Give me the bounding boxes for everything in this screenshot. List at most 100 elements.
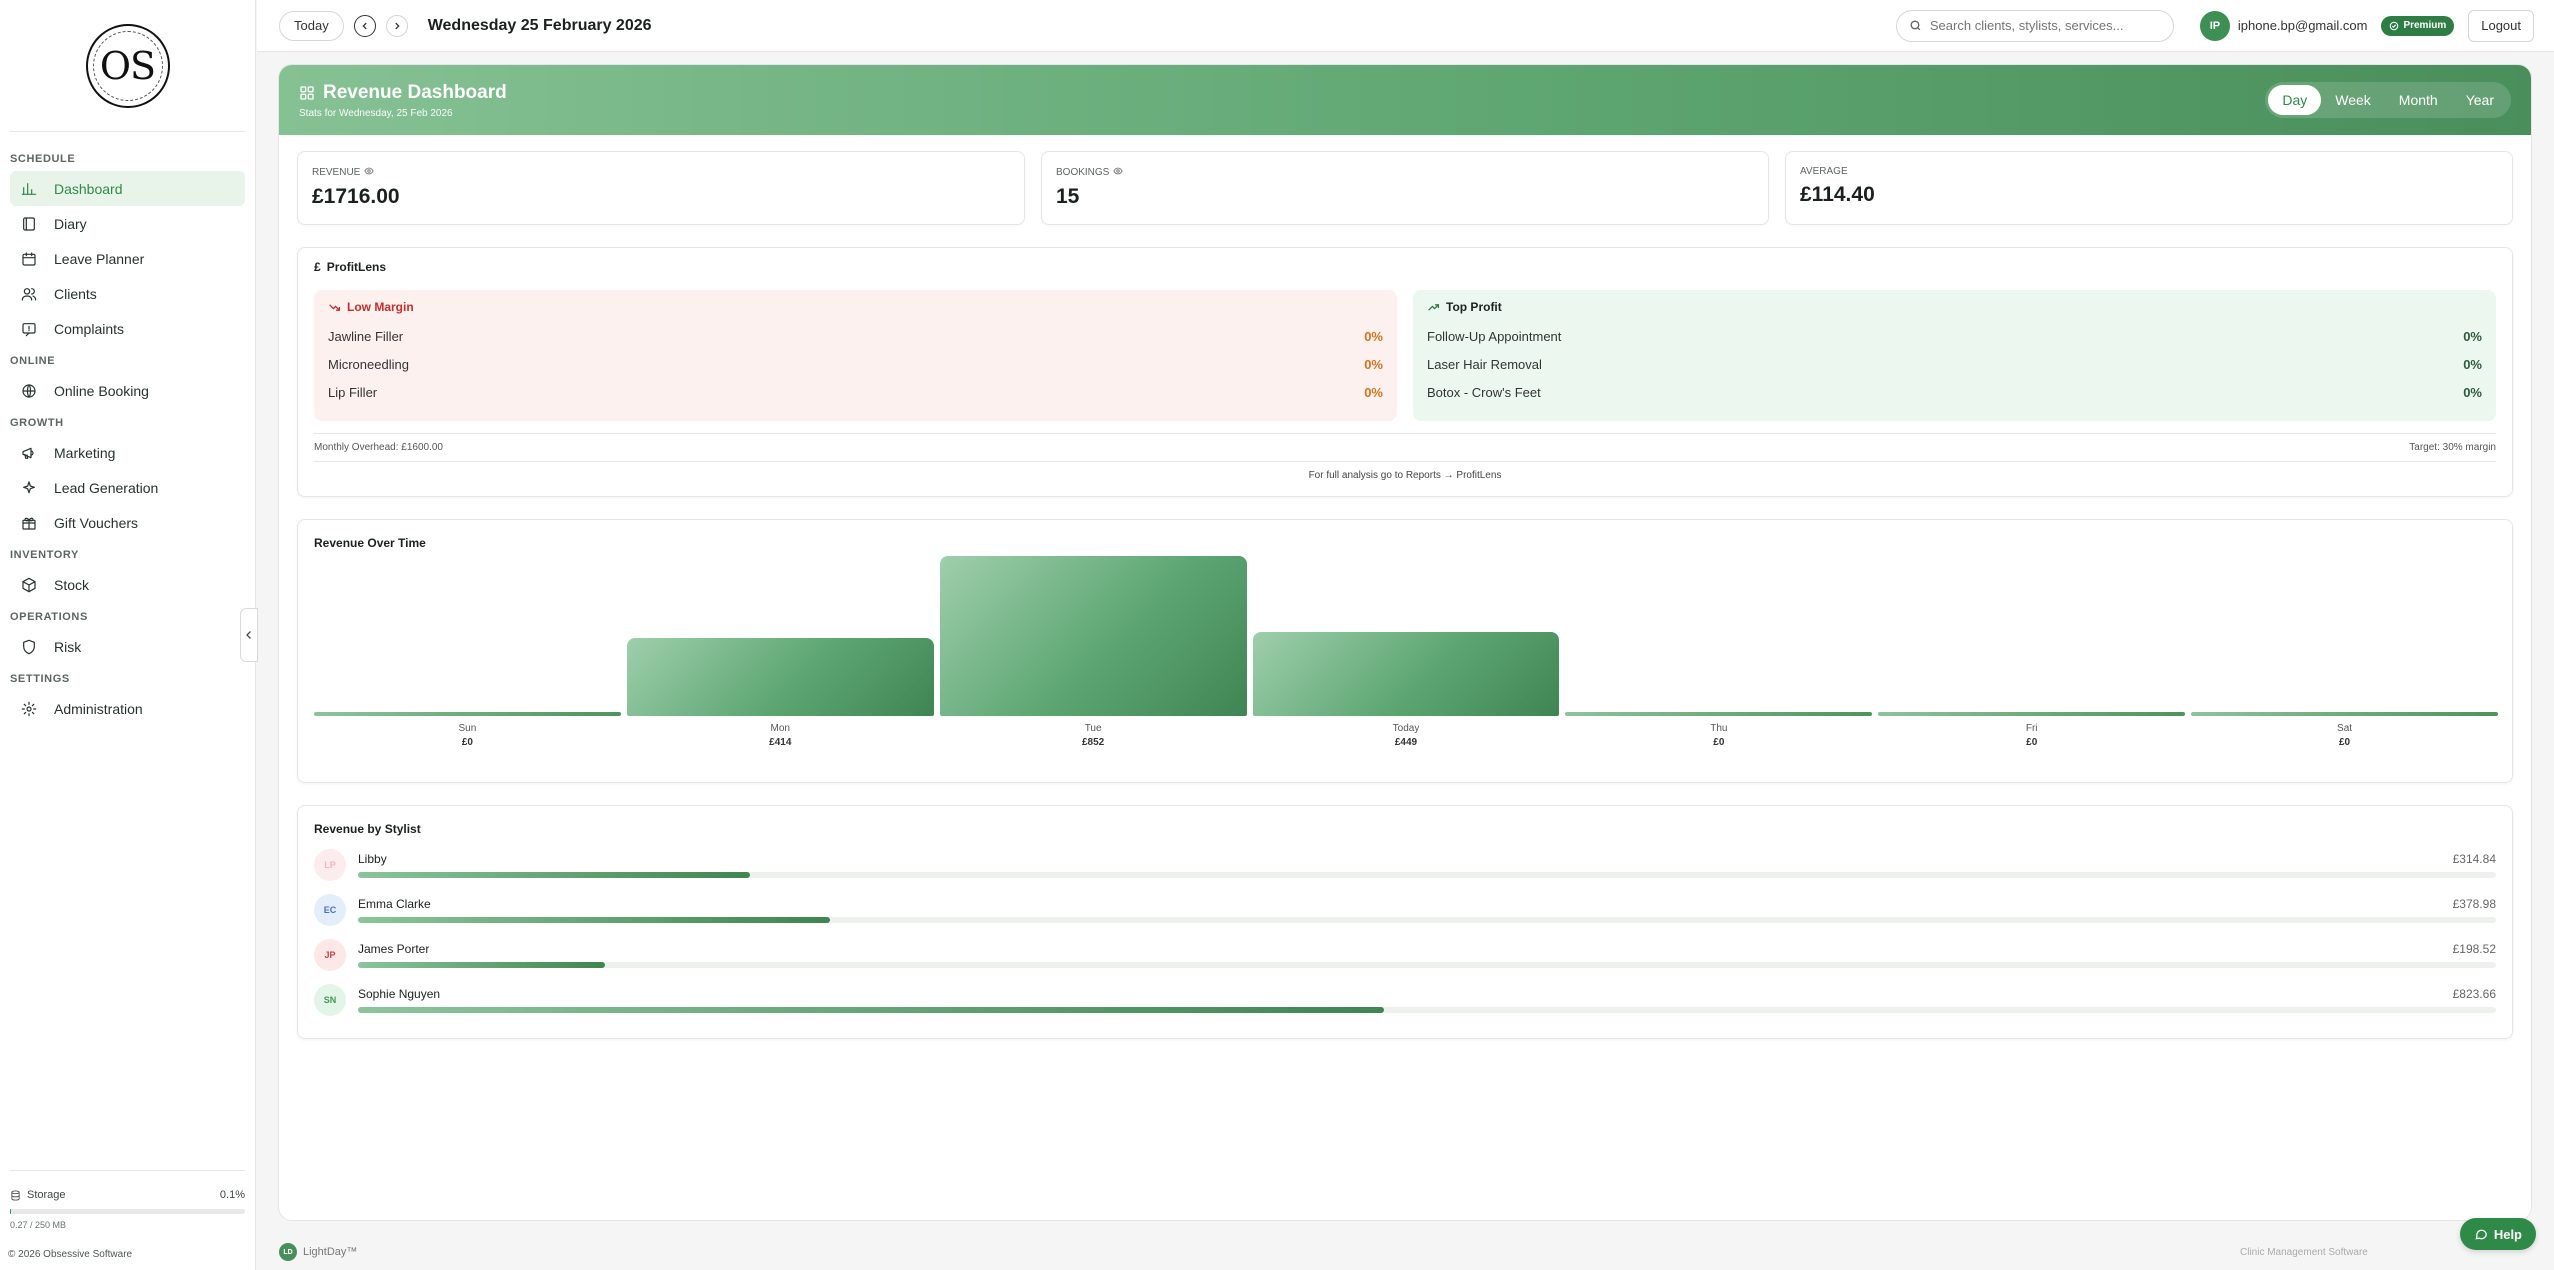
eye-icon[interactable]	[364, 166, 375, 179]
bar-category-label: Today	[1392, 723, 1420, 734]
stylist-revenue: £378.98	[2452, 896, 2496, 911]
sidebar-item-diary[interactable]: Diary	[10, 206, 245, 241]
bar-column: Tue £852	[939, 556, 1247, 748]
bar-category-label: Mon	[770, 723, 790, 734]
box-icon	[20, 576, 38, 594]
low-margin-panel: Low Margin Jawline Filler 0% Microneedling…	[314, 290, 1397, 421]
prev-day-button[interactable]	[353, 14, 376, 37]
top-service-row: Follow-Up Appointment 0%	[1427, 322, 2482, 350]
period-day-button[interactable]: Day	[2268, 85, 2322, 115]
stylist-avatar: LP	[314, 848, 346, 881]
chart-bar[interactable]	[1252, 631, 1560, 716]
avatar[interactable]: IP	[2199, 10, 2230, 41]
sidebar-item-gift-vouchers[interactable]: Gift Vouchers	[10, 505, 245, 540]
chevron-right-icon	[395, 22, 400, 29]
sidebar-item-label: Administration	[54, 700, 143, 717]
sidebar-item-label: Online Booking	[54, 382, 149, 399]
top-service-row: Laser Hair Removal 0%	[1427, 350, 2482, 378]
bar-value-label: £0	[2026, 737, 2038, 748]
footer-tagline: Clinic Management Software	[2240, 1246, 2368, 1258]
sidebar-item-label: Clients	[54, 285, 97, 302]
lightday-logo: LD	[279, 1243, 297, 1261]
today-button[interactable]: Today	[279, 10, 344, 41]
sidebar-item-online-booking[interactable]: Online Booking	[10, 373, 245, 408]
chevron-left-icon	[362, 22, 367, 29]
stat-value: 15	[1056, 185, 1080, 208]
stylist-row: LP Libby £314.84	[314, 842, 2496, 887]
bar-column: Fri £0	[1878, 558, 2186, 748]
chart-bar[interactable]	[314, 712, 621, 716]
stylist-body: Emma Clarke £378.98	[358, 897, 2496, 923]
stat-card-revenue: REVENUE £1716.00	[297, 151, 1025, 225]
storage-label: Storage	[10, 1189, 66, 1201]
revenue-over-time-card: Revenue Over Time Sun £0 Mon £414 Tue £852 Tod…	[297, 519, 2513, 783]
nav-section-title: SCHEDULE	[10, 153, 76, 165]
sidebar-item-complaints[interactable]: Complaints	[10, 311, 245, 346]
next-day-button[interactable]	[385, 14, 408, 37]
stat-label: BOOKINGS	[1056, 166, 1754, 179]
sidebar-item-label: Leave Planner	[54, 250, 145, 267]
eye-icon[interactable]	[1113, 166, 1124, 179]
bar-value-label: £414	[769, 737, 792, 748]
storage-label-text: Storage	[27, 1189, 66, 1201]
period-month-button[interactable]: Month	[2385, 85, 2452, 115]
chart-bar[interactable]	[2191, 712, 2498, 716]
logout-button[interactable]: Logout	[2468, 9, 2534, 42]
dashboard-panel: Revenue Dashboard Stats for Wednesday, 2…	[278, 64, 2532, 1221]
chat-icon	[2475, 1229, 2487, 1240]
period-year-button[interactable]: Year	[2452, 85, 2508, 115]
search-box[interactable]	[1895, 9, 2174, 42]
stat-value: £1716.00	[312, 185, 400, 208]
sparkle-icon	[20, 479, 38, 497]
logo-ring	[92, 30, 163, 101]
sidebar-item-stock[interactable]: Stock	[10, 567, 245, 602]
chevron-left-icon	[246, 631, 251, 639]
stat-label: REVENUE	[312, 166, 1010, 179]
profitlens-report-link[interactable]: For full analysis go to Reports → Profit…	[314, 461, 2496, 481]
period-week-button[interactable]: Week	[2321, 85, 2385, 115]
sidebar-item-lead-generation[interactable]: Lead Generation	[10, 470, 245, 505]
chart-title: Revenue Over Time	[314, 536, 426, 550]
profitlens-title: ProfitLens	[326, 260, 387, 274]
shield-icon	[20, 638, 38, 656]
search-input[interactable]	[1929, 18, 2150, 33]
stat-cards: REVENUE £1716.00 BOOKINGS 15 AVERAGE £114.40	[297, 151, 2513, 225]
chart-bar[interactable]	[1565, 712, 1873, 716]
profitlens-card: £ ProfitLens Low Margin Jawline Filler 0%…	[297, 247, 2513, 497]
sidebar-item-clients[interactable]: Clients	[10, 276, 245, 311]
bar-category-label: Thu	[1710, 723, 1728, 734]
sidebar-item-dashboard[interactable]: Dashboard	[10, 171, 245, 206]
stylist-header: Libby £314.84	[358, 852, 2496, 866]
sidebar-item-marketing[interactable]: Marketing	[10, 435, 245, 470]
stylist-revenue-bar	[358, 961, 606, 968]
chart-bar[interactable]	[626, 638, 934, 716]
collapse-sidebar-button[interactable]	[240, 608, 258, 662]
chart-bar[interactable]	[1878, 712, 2186, 716]
service-name: Botox - Crow's Feet	[1427, 384, 1541, 400]
stylist-row: EC Emma Clarke £378.98	[314, 887, 2496, 932]
sidebar-item-leave-planner[interactable]: Leave Planner	[10, 241, 245, 276]
page-subtitle: Stats for Wednesday, 25 Feb 2026	[299, 107, 453, 119]
user-menu[interactable]: IP iphone.bp@gmail.com	[2199, 10, 2367, 41]
sidebar-item-risk[interactable]: Risk	[10, 629, 245, 664]
low-service-row: Microneedling 0%	[328, 350, 1383, 378]
storage-widget: Storage 0.1% 0.27 / 250 MB	[10, 1170, 245, 1230]
revenue-by-stylist-card: Revenue by Stylist LP Libby £314.84 EC Emma …	[297, 805, 2513, 1039]
stylist-revenue-bar	[358, 871, 751, 878]
trending-up-icon	[1428, 303, 1440, 311]
nav-section-title: SETTINGS	[10, 673, 70, 685]
margin-percent: 0%	[1364, 356, 1383, 372]
chart-bar[interactable]	[939, 556, 1247, 716]
help-button[interactable]: Help	[2459, 1218, 2536, 1250]
stylist-row: SN Sophie Nguyen £823.66	[314, 977, 2496, 1022]
sidebar-item-label: Stock	[54, 576, 90, 593]
bar-column: Sat £0	[2191, 558, 2498, 748]
sidebar-item-administration[interactable]: Administration	[10, 691, 245, 726]
stylist-name: Emma Clarke	[358, 896, 431, 911]
stylist-body: James Porter £198.52	[358, 942, 2496, 968]
margin-target: Target: 30% margin	[2409, 442, 2496, 453]
monthly-overhead: Monthly Overhead: £1600.00	[314, 442, 443, 453]
stylist-row: JP James Porter £198.52	[314, 932, 2496, 977]
brand-logo[interactable]: OS	[85, 23, 170, 108]
top-profit-panel: Top Profit Follow-Up Appointment 0% Laser …	[1413, 290, 2496, 421]
